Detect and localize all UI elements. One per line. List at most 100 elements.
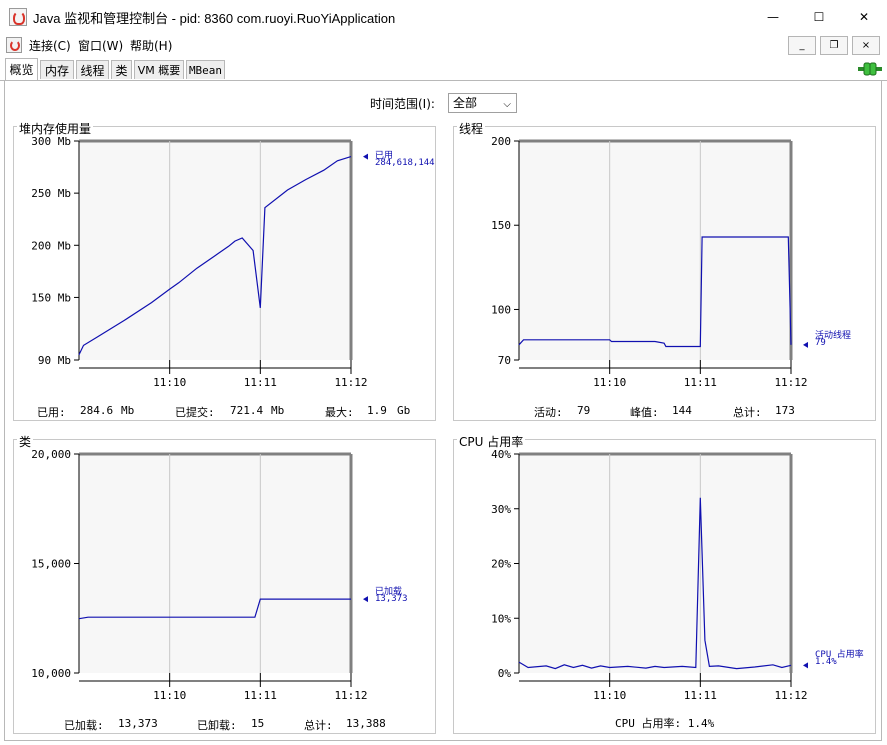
tab-label: VM 概要 xyxy=(137,64,181,77)
heap-x-tick-label: 11:10 xyxy=(153,376,186,389)
heap-y-tick-label: 250 Mb xyxy=(31,187,71,200)
threads-peak-label: 峰值: xyxy=(630,406,659,419)
classes-legend-marker xyxy=(363,596,368,603)
threads-x-tick-label: 11:10 xyxy=(593,376,626,389)
cpu-y-tick-label: 0% xyxy=(498,667,512,680)
heap-x-tick-label: 11:12 xyxy=(334,376,367,389)
classes-chart: 11:10 11:11 11:12 20,000 15,000 10,000 xyxy=(31,449,368,702)
tab-threads[interactable]: 线程 xyxy=(76,60,109,79)
cpu-x-tick-label: 11:12 xyxy=(774,689,807,702)
threads-y-tick-label: 70 xyxy=(498,354,511,367)
menu-help[interactable]: 帮助(H) xyxy=(130,37,172,54)
restore-icon: ❐ xyxy=(829,40,839,51)
tab-vm-summary[interactable]: VM 概要 xyxy=(134,60,184,79)
heap-chart: 11:10 11:11 11:12 300 Mb 250 Mb 200 Mb 150 Mb 9… xyxy=(31,136,368,389)
close-icon: × xyxy=(861,40,871,51)
classes-loaded-value: 13,373 xyxy=(118,717,158,730)
maximize-icon: ☐ xyxy=(813,10,825,24)
tab-label: MBean xyxy=(188,63,223,77)
cpu-y-tick-label: 30% xyxy=(491,503,511,516)
tab-label: 类 xyxy=(115,63,128,78)
cpu-y-tick-label: 40% xyxy=(491,449,511,461)
heap-committed-label: 已提交: xyxy=(175,406,215,419)
cpu-x-tick-label: 11:11 xyxy=(684,689,717,702)
heap-max-unit: Gb xyxy=(397,404,411,417)
classes-x-tick-label: 11:10 xyxy=(153,689,186,702)
threads-y-tick-label: 150 xyxy=(491,219,511,232)
threads-plot-area xyxy=(519,141,791,360)
window-title: Java 监视和管理控制台 - pid: 8360 com.ruoyi.RuoY… xyxy=(33,11,396,26)
threads-peak-value: 144 xyxy=(672,404,692,417)
cpu-usage-summary: CPU 占用率: 1.4% xyxy=(615,717,715,730)
tab-classes[interactable]: 类 xyxy=(111,60,132,79)
heap-y-tick-label: 150 Mb xyxy=(31,291,71,304)
minimize-icon: — xyxy=(767,10,779,24)
threads-panel-title: 线程 xyxy=(457,120,486,137)
heap-max-value: 1.9 xyxy=(367,404,387,417)
classes-y-tick-label: 20,000 xyxy=(31,449,71,461)
minimize-button[interactable]: — xyxy=(750,0,796,34)
classes-x-tick-label: 11:12 xyxy=(334,689,367,702)
menu-bar: 连接(C) 窗口(W) 帮助(H) _ ❐ × xyxy=(0,34,887,56)
time-range-value: 全部 xyxy=(453,96,478,110)
cpu-x-tick-label: 11:10 xyxy=(593,689,626,702)
classes-y-tick-label: 15,000 xyxy=(31,558,71,571)
minimize-icon: _ xyxy=(799,40,805,51)
cpu-chart: 11:10 11:11 11:12 40% 30% 20% 10% 0% xyxy=(491,449,808,702)
heap-used-value: 284.6 xyxy=(80,404,114,417)
heap-panel-title: 堆内存使用量 xyxy=(17,120,94,137)
tab-mbean[interactable]: MBean xyxy=(186,60,225,79)
time-range-select[interactable]: 全部 ⌵ xyxy=(448,93,517,113)
heap-y-tick-label: 300 Mb xyxy=(31,136,71,148)
time-range-label: 时间范围(I): xyxy=(370,97,435,111)
close-button[interactable]: ✕ xyxy=(841,0,887,34)
classes-plot-area xyxy=(79,454,351,673)
menu-window[interactable]: 窗口(W) xyxy=(78,37,123,54)
heap-committed-value: 721.4 xyxy=(230,404,264,417)
threads-live-value: 79 xyxy=(577,404,591,417)
cpu-y-tick-label: 20% xyxy=(491,558,511,571)
threads-legend-marker xyxy=(803,341,808,348)
heap-x-tick-label: 11:11 xyxy=(244,376,277,389)
threads-y-tick-label: 200 xyxy=(491,136,511,148)
tab-label: 内存 xyxy=(44,63,69,78)
classes-unloaded-value: 15 xyxy=(251,717,265,730)
close-icon: ✕ xyxy=(858,10,870,24)
java-menu-icon[interactable] xyxy=(6,37,22,53)
classes-x-tick-label: 11:11 xyxy=(244,689,277,702)
classes-total-value: 13,388 xyxy=(346,717,386,730)
heap-used-label: 已用: xyxy=(37,406,66,419)
title-bar: Java 监视和管理控制台 - pid: 8360 com.ruoyi.RuoY… xyxy=(0,0,887,35)
inner-minimize-button[interactable]: _ xyxy=(788,36,816,55)
inner-close-button[interactable]: × xyxy=(852,36,880,55)
heap-y-tick-label: 90 Mb xyxy=(38,354,71,367)
threads-total-value: 173 xyxy=(775,404,795,417)
java-app-icon xyxy=(9,8,27,26)
tab-label: 概览 xyxy=(9,63,34,77)
threads-legend-value: 79 xyxy=(815,338,826,348)
heap-committed-unit: Mb xyxy=(271,404,285,417)
threads-chart: 11:10 11:11 11:12 200 150 100 70 xyxy=(491,136,808,389)
tab-memory[interactable]: 内存 xyxy=(40,60,74,79)
tab-overview[interactable]: 概览 xyxy=(5,58,38,80)
cpu-legend-value: 1.4% xyxy=(815,657,837,667)
cpu-panel-title: CPU 占用率 xyxy=(457,433,526,450)
heap-legend-marker xyxy=(363,153,368,160)
threads-total-label: 总计: xyxy=(733,406,762,419)
menu-connection[interactable]: 连接(C) xyxy=(29,37,71,54)
heap-y-tick-label: 200 Mb xyxy=(31,239,71,252)
connection-status-icon xyxy=(858,62,882,76)
threads-y-tick-label: 100 xyxy=(491,303,511,316)
cpu-y-tick-label: 10% xyxy=(491,612,511,625)
inner-restore-button[interactable]: ❐ xyxy=(820,36,848,55)
heap-legend-value: 284,618,144 xyxy=(375,158,435,168)
classes-y-tick-label: 10,000 xyxy=(31,667,71,680)
classes-unloaded-label: 已卸载: xyxy=(197,719,237,732)
heap-max-label: 最大: xyxy=(325,406,354,419)
maximize-button[interactable]: ☐ xyxy=(796,0,842,34)
classes-legend-value: 13,373 xyxy=(375,594,408,604)
cpu-plot-area xyxy=(519,454,791,673)
classes-total-label: 总计: xyxy=(304,719,333,732)
classes-panel-title: 类 xyxy=(17,433,34,450)
cpu-legend-marker xyxy=(803,662,808,669)
